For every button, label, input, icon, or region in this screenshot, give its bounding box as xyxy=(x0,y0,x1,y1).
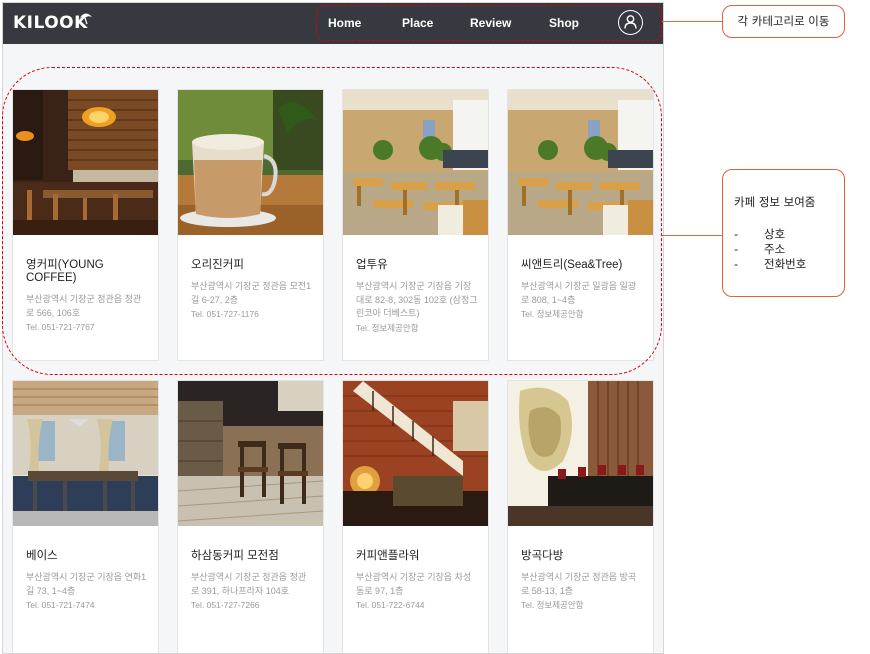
cafe-info: 하삼동커피 모전점 부산광역시 기장군 정관읍 정관로 391, 하나프라자 1… xyxy=(191,550,313,612)
annotation-item: - 주소 xyxy=(734,242,786,256)
cafe-phone: Tel. 051-727-7266 xyxy=(191,600,260,610)
cafe-card[interactable]: 하삼동커피 모전점 부산광역시 기장군 정관읍 정관로 391, 하나프라자 1… xyxy=(177,380,324,653)
cafe-address: 부산광역시 기장군 기장읍 차성동로 97, 1층 xyxy=(356,572,472,596)
cafe-photo xyxy=(343,381,488,526)
umbrella-logo-icon xyxy=(79,13,92,25)
cafe-photo xyxy=(13,381,158,526)
annotation-item: - 상호 xyxy=(734,227,786,241)
cafe-name: 베이스 xyxy=(26,550,58,562)
cafe-info: 커피앤플라워 부산광역시 기장군 기장읍 차성동로 97, 1층 Tel. 05… xyxy=(356,550,478,612)
cafe-name: 커피앤플라워 xyxy=(356,550,420,562)
cafe-phone: Tel. 051-722-6744 xyxy=(356,600,425,610)
nav-highlight-outline xyxy=(316,5,662,41)
nav-annotation-connector xyxy=(662,21,722,22)
cafe-card[interactable]: 커피앤플라워 부산광역시 기장군 기장읍 차성동로 97, 1층 Tel. 05… xyxy=(342,380,489,653)
cafe-address: 부산광역시 기장군 정관읍 방곡로 58-13, 1층 xyxy=(521,572,637,596)
cafe-name: 하삼동커피 모전점 xyxy=(191,550,279,562)
cafe-address: 부산광역시 기장군 기장읍 연화1길 73, 1~4층 xyxy=(26,572,147,596)
page: KILOOK Home Place Review Shop 영커피(YOUNG … xyxy=(0,0,870,654)
cafe-photo xyxy=(508,381,653,526)
nav-annotation-note: 각 카테고리로 이동 xyxy=(722,5,845,38)
cafe-card[interactable]: 베이스 부산광역시 기장군 기장읍 연화1길 73, 1~4층 Tel. 051… xyxy=(12,380,159,653)
annotation-item: - 전화번호 xyxy=(734,257,807,271)
cafe-phone: Tel. 정보제공안함 xyxy=(521,600,584,610)
cafe-name: 방곡다방 xyxy=(521,550,564,562)
cafe-info: 베이스 부산광역시 기장군 기장읍 연화1길 73, 1~4층 Tel. 051… xyxy=(26,550,148,612)
cafe-info: 방곡다방 부산광역시 기장군 정관읍 방곡로 58-13, 1층 Tel. 정보… xyxy=(521,550,643,612)
cafe-photo xyxy=(178,381,323,526)
cafe-phone: Tel. 051-721-7474 xyxy=(26,600,95,610)
cards-annotation-note: 카페 정보 보여줌 - 상호 - 주소 - 전화번호 xyxy=(722,169,845,297)
cafe-card[interactable]: 방곡다방 부산광역시 기장군 정관읍 방곡로 58-13, 1층 Tel. 정보… xyxy=(507,380,654,653)
annotation-title: 카페 정보 보여줌 xyxy=(734,195,816,209)
cafe-address: 부산광역시 기장군 정관읍 정관로 391, 하나프라자 104호 xyxy=(191,572,307,596)
cards-annotation-connector xyxy=(662,235,722,236)
cards-highlight-outline xyxy=(2,67,662,375)
